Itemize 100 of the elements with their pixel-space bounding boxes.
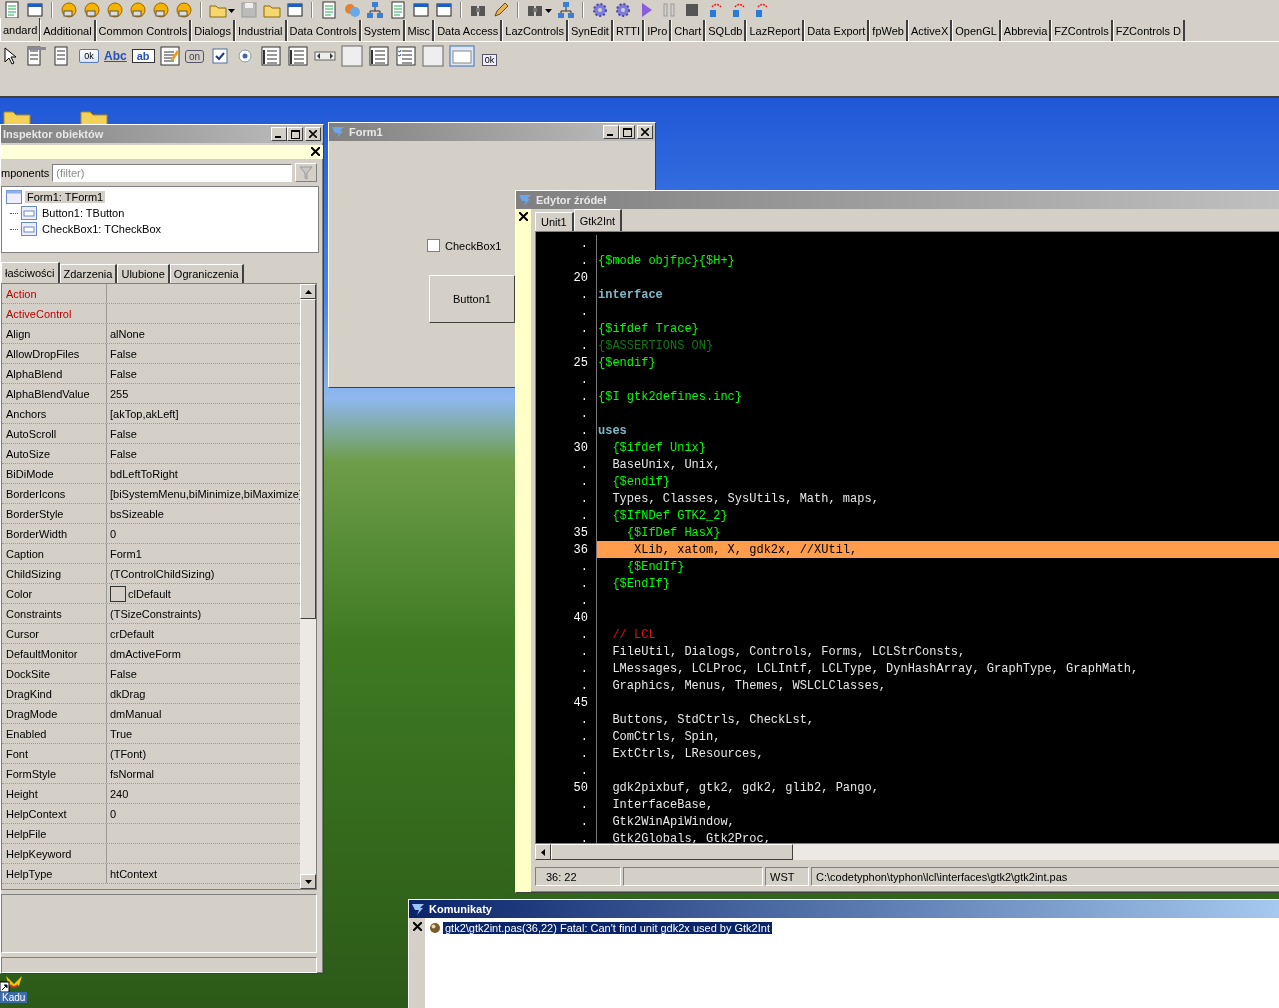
palette-tab[interactable]: Data Controls [286, 20, 361, 41]
palette-tab[interactable]: ActiveX [907, 20, 953, 41]
hierarchy-icon[interactable] [557, 0, 575, 19]
document-icon[interactable] [3, 0, 21, 19]
palette-tab[interactable]: fpWeb [869, 20, 908, 41]
property-name[interactable]: HelpFile [2, 824, 107, 844]
palette-tab[interactable]: Dialogs [191, 20, 235, 41]
property-value[interactable]: crDefault [110, 627, 155, 640]
property-name[interactable]: ActiveControl [2, 304, 107, 324]
property-name[interactable]: BorderIcons [2, 484, 107, 504]
property-name[interactable]: Caption [2, 544, 107, 564]
property-name[interactable]: FormStyle [2, 764, 107, 784]
property-name[interactable]: Cursor [2, 624, 107, 644]
property-value[interactable]: alNone [110, 327, 145, 340]
property-value[interactable]: bsSizeable [110, 507, 164, 520]
tree-item[interactable]: Button1: TButton [40, 207, 127, 220]
filter-button[interactable] [295, 163, 317, 183]
down-arrow-icon[interactable] [304, 879, 312, 884]
window-icon[interactable] [26, 0, 44, 19]
property-value[interactable]: htContext [110, 867, 158, 880]
palette-tab[interactable]: Data Access [434, 20, 503, 41]
property-value[interactable]: dmManual [110, 707, 162, 720]
palette-tab[interactable]: Data Export [804, 20, 870, 41]
palette-tab[interactable]: Common Controls [95, 20, 192, 41]
property-value[interactable]: Form1 [110, 547, 142, 560]
property-value[interactable]: 255 [110, 387, 129, 400]
pencil-icon[interactable] [492, 0, 510, 19]
property-name[interactable]: HelpContext [2, 804, 107, 824]
tab[interactable]: łaściwości [1, 262, 60, 284]
property-value[interactable]: dkDrag [110, 687, 146, 700]
document-icon[interactable] [389, 0, 407, 19]
palette-tab[interactable]: OpenGL [952, 20, 1001, 41]
palette-tab[interactable]: FZControls [1051, 20, 1113, 41]
tree-item[interactable]: CheckBox1: TCheckBox [40, 223, 164, 236]
property-name[interactable]: Constraints [2, 604, 107, 624]
palette-tab[interactable]: IPro [644, 20, 672, 41]
palette-tab[interactable]: System [360, 20, 405, 41]
list-icon[interactable] [367, 44, 390, 68]
property-value[interactable]: True [110, 727, 133, 740]
palette-tab[interactable]: Industrial [234, 20, 287, 41]
message-item[interactable]: gtk2\gtk2int.pas(36,22) Fatal: Can't find unit gdk2x used by Gtk2Int [443, 922, 772, 934]
property-name[interactable]: AllowDropFiles [2, 344, 107, 364]
label-icon[interactable]: Abc [104, 44, 127, 68]
property-value[interactable]: (TControlChildSizing) [110, 567, 215, 580]
editor-tab[interactable]: Unit1 [535, 212, 574, 231]
property-name[interactable]: Font [2, 744, 107, 764]
palette-tab[interactable]: SynEdit [567, 20, 613, 41]
property-name[interactable]: AutoSize [2, 444, 107, 464]
windows-icon[interactable] [412, 0, 430, 19]
property-name[interactable]: Action [2, 284, 107, 304]
tab[interactable]: Zdarzenia [59, 264, 118, 284]
gear-icon[interactable] [614, 0, 632, 19]
property-name[interactable]: BiDiMode [2, 464, 107, 484]
property-name[interactable]: Height [2, 784, 107, 804]
property-name[interactable]: Align [2, 324, 107, 344]
editor-tab[interactable]: Gtk2Int [573, 209, 623, 231]
filter-field[interactable]: (filter) [52, 163, 292, 182]
windows-icon[interactable] [286, 0, 304, 19]
property-name[interactable]: Anchors [2, 404, 107, 424]
palette-tab[interactable]: Misc [404, 20, 435, 41]
property-value[interactable]: fsNormal [110, 767, 154, 780]
property-value[interactable]: False [110, 367, 137, 380]
property-name[interactable]: BorderStyle [2, 504, 107, 524]
property-value[interactable]: (TFont) [110, 747, 147, 760]
tab[interactable]: Ulubione [117, 264, 170, 284]
property-value[interactable]: [akTop,akLeft] [110, 407, 179, 420]
frame-icon[interactable] [448, 44, 475, 68]
palette-tab[interactable]: LazReport [746, 20, 805, 41]
palette-tab[interactable]: Additional [40, 20, 96, 41]
property-name[interactable]: BorderWidth [2, 524, 107, 544]
close-icon[interactable] [311, 147, 320, 157]
close-icon[interactable] [412, 922, 422, 931]
memo-icon[interactable] [159, 44, 180, 68]
palette-tab[interactable]: RTTI [612, 20, 645, 41]
property-name[interactable]: AlphaBlendValue [2, 384, 107, 404]
property-name[interactable]: ChildSizing [2, 564, 107, 584]
palette-tab[interactable]: Abbrevia [1000, 20, 1052, 41]
property-name[interactable]: DragKind [2, 684, 107, 704]
tab[interactable]: Ograniczenia [169, 264, 244, 284]
palette-tab[interactable]: andard [0, 18, 41, 41]
windows-icon[interactable] [435, 0, 453, 19]
horizontal-scrollbar[interactable] [535, 844, 1279, 860]
palette-tab[interactable]: LazControls [502, 20, 568, 41]
left-arrow-icon[interactable] [541, 848, 545, 856]
palette-tab[interactable]: FZControls D [1112, 20, 1186, 41]
property-name[interactable]: DefaultMonitor [2, 644, 107, 664]
gear-icon[interactable] [591, 0, 609, 19]
list-icon[interactable] [259, 44, 282, 68]
form-button[interactable]: Button1 [429, 275, 515, 323]
property-value[interactable]: 0 [110, 807, 117, 820]
menu-bar-icon[interactable] [25, 44, 47, 68]
property-value[interactable]: False [110, 427, 137, 440]
close-icon[interactable] [519, 212, 528, 221]
checkbox[interactable] [427, 239, 440, 252]
property-name[interactable]: HelpKeyword [2, 844, 107, 864]
property-name[interactable]: Enabled [2, 724, 107, 744]
checklist-icon[interactable] [394, 44, 417, 68]
property-value[interactable]: dmActiveForm [110, 647, 181, 660]
property-name[interactable]: AlphaBlend [2, 364, 107, 384]
property-name[interactable]: DockSite [2, 664, 107, 684]
